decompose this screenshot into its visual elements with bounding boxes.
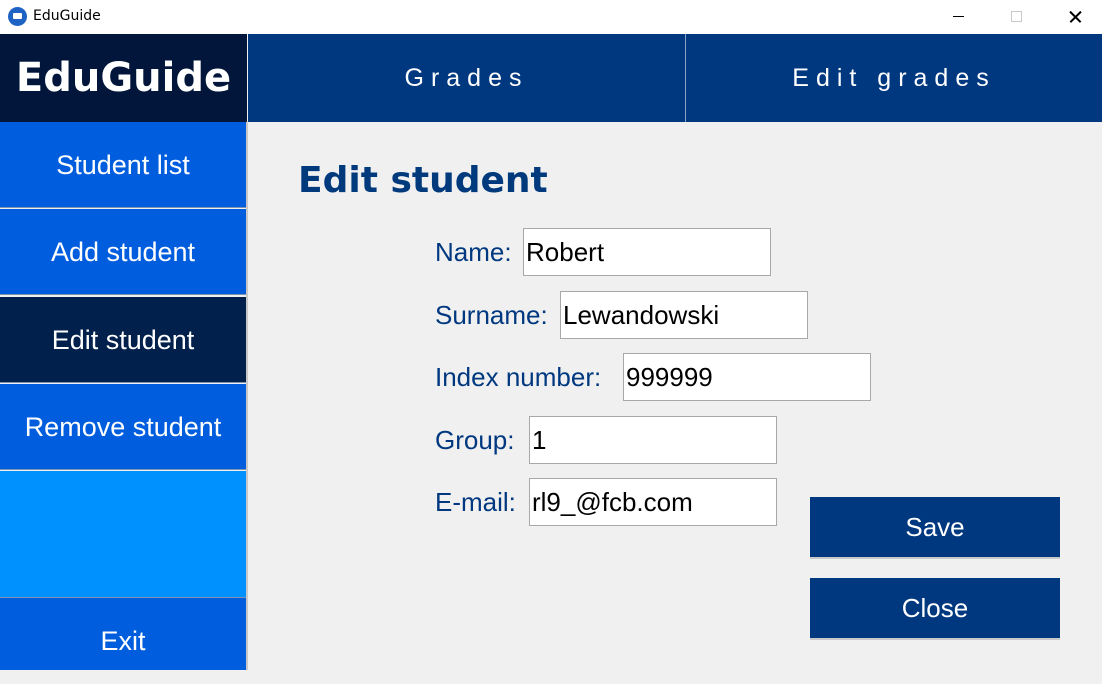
group-input[interactable] — [529, 416, 777, 464]
page-title: Edit student — [298, 160, 548, 201]
top-nav: Grades Edit grades — [248, 34, 1102, 122]
email-input[interactable] — [529, 478, 777, 526]
logo: EduGuide — [0, 34, 247, 122]
name-label: Name: — [435, 237, 512, 267]
title-bar: EduGuide — [0, 0, 1102, 34]
index-number-input[interactable] — [623, 353, 871, 401]
exit-button[interactable]: Exit — [0, 597, 246, 670]
sidebar-item-remove-student[interactable]: Remove student — [0, 384, 246, 470]
minimize-icon[interactable] — [930, 0, 988, 34]
tab-edit-grades[interactable]: Edit grades — [686, 34, 1102, 122]
maximize-icon[interactable] — [988, 0, 1046, 34]
save-button[interactable]: Save — [810, 497, 1060, 559]
surname-input[interactable] — [560, 291, 808, 339]
close-icon[interactable] — [1046, 0, 1102, 34]
close-button[interactable]: Close — [810, 578, 1060, 640]
tab-grades[interactable]: Grades — [248, 34, 686, 122]
index-number-label: Index number: — [435, 362, 602, 392]
surname-label: Surname: — [435, 300, 548, 330]
email-label: E-mail: — [435, 487, 516, 517]
window-title: EduGuide — [33, 8, 101, 24]
sidebar-filler — [0, 471, 246, 597]
app-icon — [8, 7, 27, 26]
sidebar-divider — [246, 122, 248, 670]
group-label: Group: — [435, 425, 515, 455]
sidebar-item-add-student[interactable]: Add student — [0, 209, 246, 295]
sidebar-item-edit-student[interactable]: Edit student — [0, 297, 246, 383]
name-input[interactable] — [523, 228, 771, 276]
sidebar-item-student-list[interactable]: Student list — [0, 122, 246, 208]
